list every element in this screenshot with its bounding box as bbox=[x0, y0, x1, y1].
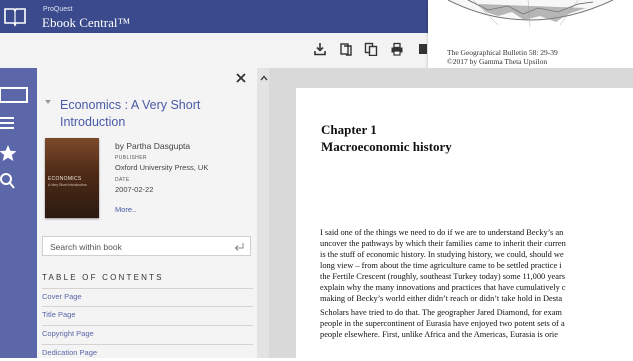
book-icon[interactable] bbox=[0, 86, 30, 104]
date-label: DATE bbox=[115, 177, 130, 183]
toc-item[interactable]: Dedication Page bbox=[42, 344, 253, 361]
text-line: people in the supercontinent of Eurasia … bbox=[320, 319, 565, 328]
text-line: making of Becky’s world either didn’t re… bbox=[320, 294, 563, 303]
publisher-value: Oxford University Press, UK bbox=[115, 163, 209, 172]
chapter-number: Chapter 1 bbox=[321, 122, 377, 137]
toc-item[interactable]: Title Page bbox=[42, 306, 253, 323]
search-within-book-input[interactable]: Search within book bbox=[42, 236, 251, 256]
body-paragraph: I said one of the things we need to do i… bbox=[320, 227, 633, 304]
text-line: explain why the many innovations and pra… bbox=[320, 283, 566, 292]
text-line: is the stuff of economic history. In stu… bbox=[320, 250, 564, 259]
cover-subtitle-text: A Very Short Introduction bbox=[48, 183, 87, 187]
map-caption: The Geographical Bulletin 58: 29-39 ©201… bbox=[447, 48, 558, 66]
toc-item[interactable]: Cover Page bbox=[42, 288, 253, 305]
toc-item-label: Cover Page bbox=[42, 292, 82, 301]
text-line: I said one of the things we need to do i… bbox=[320, 228, 564, 237]
search-placeholder: Search within book bbox=[50, 242, 122, 252]
toc-item-label: Dedication Page bbox=[42, 348, 98, 357]
sidebar-scrollbar[interactable] bbox=[257, 68, 269, 358]
book-page: Chapter 1 Macroeconomic history I said o… bbox=[296, 88, 633, 358]
text-line: the Fertile Crescent (roughly, southeast… bbox=[320, 272, 565, 281]
search-icon[interactable] bbox=[0, 172, 30, 190]
search-submit-icon[interactable] bbox=[234, 242, 244, 251]
print-icon[interactable] bbox=[390, 42, 404, 56]
map-caption-line: The Geographical Bulletin 58: 29-39 bbox=[447, 48, 558, 57]
toc-item-label: Copyright Page bbox=[42, 329, 94, 338]
text-line: people elsewhere. First, unlike Africa a… bbox=[320, 330, 558, 339]
text-line: uncover the pathways by which their fami… bbox=[320, 239, 566, 248]
collapse-caret-icon[interactable] bbox=[45, 100, 51, 105]
left-nav-rail bbox=[0, 68, 37, 358]
body-paragraph: Scholars have tried to do that. The geog… bbox=[320, 307, 633, 340]
cover-title-text: ECONOMICS bbox=[48, 176, 82, 182]
bookmark-icon[interactable] bbox=[0, 144, 30, 162]
book-cover: ECONOMICS A Very Short Introduction bbox=[45, 138, 99, 218]
book-title[interactable]: Economics : A Very Short Introduction bbox=[60, 97, 245, 131]
toc-item-label: Title Page bbox=[42, 310, 76, 319]
copy-icon[interactable] bbox=[364, 42, 378, 56]
scroll-up-icon[interactable] bbox=[260, 75, 268, 81]
publisher-label: PUBLISHER bbox=[115, 155, 147, 161]
date-value: 2007-02-22 bbox=[115, 185, 154, 194]
contents-icon[interactable] bbox=[0, 114, 30, 132]
brand-publisher: ProQuest bbox=[43, 6, 73, 13]
text-line: Scholars have tried to do that. The geog… bbox=[320, 308, 562, 317]
book-author: by Partha Dasgupta bbox=[115, 141, 191, 151]
text-line: long view – from about the time agricult… bbox=[320, 261, 562, 270]
copy-pages-icon[interactable] bbox=[339, 42, 353, 56]
close-icon[interactable] bbox=[236, 73, 246, 83]
world-map-image bbox=[447, 0, 614, 28]
chapter-title: Macroeconomic history bbox=[321, 139, 452, 154]
download-icon[interactable] bbox=[313, 42, 327, 56]
toc-item[interactable]: Copyright Page bbox=[42, 325, 253, 342]
more-details-link[interactable]: More.. bbox=[115, 205, 136, 214]
toc-heading: TABLE OF CONTENTS bbox=[42, 273, 164, 282]
book-logo-icon bbox=[4, 8, 26, 27]
map-caption-line: ©2017 by Gamma Theta Upsilon bbox=[447, 57, 548, 66]
brand-name[interactable]: Ebook Central™ bbox=[42, 15, 130, 31]
